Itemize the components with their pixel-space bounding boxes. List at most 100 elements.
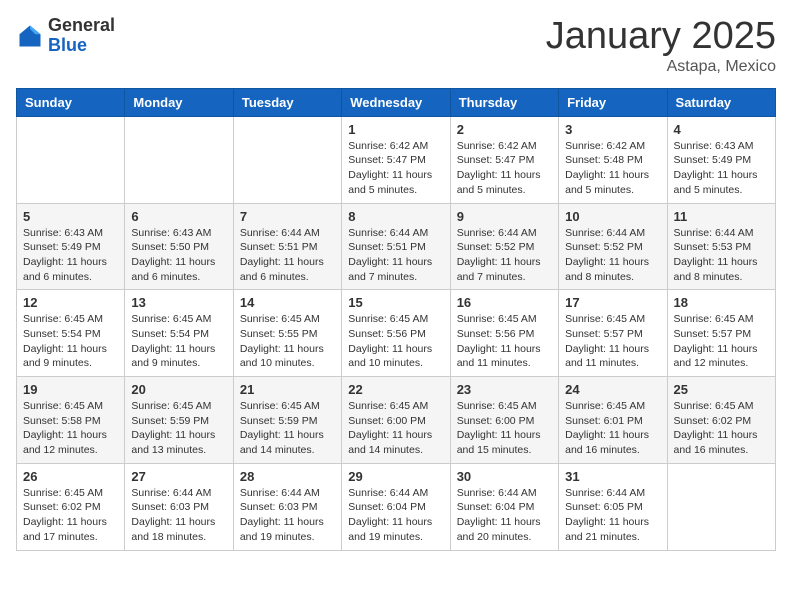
calendar-cell: 19Sunrise: 6:45 AMSunset: 5:58 PMDayligh… (17, 377, 125, 464)
day-number: 29 (348, 469, 443, 484)
weekday-header-friday: Friday (559, 88, 667, 116)
calendar-cell: 7Sunrise: 6:44 AMSunset: 5:51 PMDaylight… (233, 203, 341, 290)
calendar-cell: 13 Sunrise: 6:45 AMSunset: 5:54 PMDayligh… (125, 290, 233, 377)
day-number: 8 (348, 209, 443, 224)
day-info: Sunrise: 6:42 AMSunset: 5:47 PMDaylight:… (457, 139, 552, 198)
day-number: 20 (131, 382, 226, 397)
calendar-cell: 5 Sunrise: 6:43 AMSunset: 5:49 PMDaylight… (17, 203, 125, 290)
day-number: 22 (348, 382, 443, 397)
day-number: 18 (674, 295, 769, 310)
day-number: 4 (674, 122, 769, 137)
day-info: Sunrise: 6:45 AMSunset: 5:54 PMDaylight:… (131, 312, 226, 371)
day-number: 21 (240, 382, 335, 397)
calendar-cell: 25 Sunrise: 6:45 AMSunset: 6:02 PMDayligh… (667, 377, 775, 464)
day-info: Sunrise: 6:45 AMSunset: 6:00 PMDaylight:… (457, 399, 552, 458)
weekday-header-wednesday: Wednesday (342, 88, 450, 116)
weekday-header-tuesday: Tuesday (233, 88, 341, 116)
calendar-cell: 17 Sunrise: 6:45 AMSunset: 5:57 PMDayligh… (559, 290, 667, 377)
logo: General Blue (16, 16, 115, 56)
calendar-cell: 21 Sunrise: 6:45 AMSunset: 5:59 PMDayligh… (233, 377, 341, 464)
logo-general-text: General (48, 15, 115, 35)
day-info: Sunrise: 6:44 AMSunset: 5:52 PMDaylight:… (565, 226, 660, 285)
day-info: Sunrise: 6:42 AMSunset: 5:47 PMDaylight:… (348, 139, 443, 198)
day-number: 19 (23, 382, 118, 397)
day-number: 9 (457, 209, 552, 224)
day-number: 14 (240, 295, 335, 310)
day-number: 2 (457, 122, 552, 137)
day-info: Sunrise: 6:44 AMSunset: 6:04 PMDaylight:… (457, 486, 552, 545)
day-info: Sunrise: 6:44 AMSunset: 6:03 PMDaylight:… (131, 486, 226, 545)
calendar-week-5: 26Sunrise: 6:45 AMSunset: 6:02 PMDayligh… (17, 463, 776, 550)
calendar-cell: 9 Sunrise: 6:44 AMSunset: 5:52 PMDaylight… (450, 203, 558, 290)
day-number: 13 (131, 295, 226, 310)
calendar-cell: 28 Sunrise: 6:44 AMSunset: 6:03 PMDayligh… (233, 463, 341, 550)
day-number: 30 (457, 469, 552, 484)
calendar-cell: 16Sunrise: 6:45 AMSunset: 5:56 PMDayligh… (450, 290, 558, 377)
calendar-cell: 1 Sunrise: 6:42 AMSunset: 5:47 PMDaylight… (342, 116, 450, 203)
calendar-cell: 8Sunrise: 6:44 AMSunset: 5:51 PMDaylight… (342, 203, 450, 290)
calendar-cell: 26Sunrise: 6:45 AMSunset: 6:02 PMDayligh… (17, 463, 125, 550)
calendar-cell (125, 116, 233, 203)
day-info: Sunrise: 6:45 AMSunset: 5:54 PMDaylight:… (23, 312, 118, 371)
day-info: Sunrise: 6:45 AMSunset: 6:01 PMDaylight:… (565, 399, 660, 458)
calendar-cell: 24Sunrise: 6:45 AMSunset: 6:01 PMDayligh… (559, 377, 667, 464)
location-subtitle: Astapa, Mexico (546, 58, 776, 76)
calendar-week-4: 19Sunrise: 6:45 AMSunset: 5:58 PMDayligh… (17, 377, 776, 464)
page-header: General Blue January 2025 Astapa, Mexico (16, 16, 776, 76)
calendar-cell: 20 Sunrise: 6:45 AMSunset: 5:59 PMDayligh… (125, 377, 233, 464)
calendar-cell: 31Sunrise: 6:44 AMSunset: 6:05 PMDayligh… (559, 463, 667, 550)
day-info: Sunrise: 6:45 AMSunset: 6:02 PMDaylight:… (674, 399, 769, 458)
day-number: 23 (457, 382, 552, 397)
day-number: 1 (348, 122, 443, 137)
calendar-cell: 22 Sunrise: 6:45 AMSunset: 6:00 PMDayligh… (342, 377, 450, 464)
calendar-cell (667, 463, 775, 550)
weekday-header-thursday: Thursday (450, 88, 558, 116)
day-number: 17 (565, 295, 660, 310)
day-info: Sunrise: 6:45 AMSunset: 6:02 PMDaylight:… (23, 486, 118, 545)
calendar-cell: 12 Sunrise: 6:45 AMSunset: 5:54 PMDayligh… (17, 290, 125, 377)
calendar-week-2: 5 Sunrise: 6:43 AMSunset: 5:49 PMDaylight… (17, 203, 776, 290)
day-info: Sunrise: 6:43 AMSunset: 5:49 PMDaylight:… (23, 226, 118, 285)
calendar-cell: 6 Sunrise: 6:43 AMSunset: 5:50 PMDaylight… (125, 203, 233, 290)
day-number: 28 (240, 469, 335, 484)
day-info: Sunrise: 6:45 AMSunset: 5:57 PMDaylight:… (674, 312, 769, 371)
weekday-header-monday: Monday (125, 88, 233, 116)
day-info: Sunrise: 6:45 AMSunset: 5:55 PMDaylight:… (240, 312, 335, 371)
calendar-cell: 23 Sunrise: 6:45 AMSunset: 6:00 PMDayligh… (450, 377, 558, 464)
day-number: 12 (23, 295, 118, 310)
logo-icon (16, 22, 44, 50)
day-info: Sunrise: 6:44 AMSunset: 5:52 PMDaylight:… (457, 226, 552, 285)
calendar-cell (17, 116, 125, 203)
calendar-cell: 18 Sunrise: 6:45 AMSunset: 5:57 PMDayligh… (667, 290, 775, 377)
calendar-cell: 15Sunrise: 6:45 AMSunset: 5:56 PMDayligh… (342, 290, 450, 377)
month-title: January 2025 (546, 16, 776, 58)
day-number: 3 (565, 122, 660, 137)
day-number: 10 (565, 209, 660, 224)
day-info: Sunrise: 6:44 AMSunset: 5:51 PMDaylight:… (240, 226, 335, 285)
day-info: Sunrise: 6:44 AMSunset: 5:53 PMDaylight:… (674, 226, 769, 285)
day-info: Sunrise: 6:44 AMSunset: 6:03 PMDaylight:… (240, 486, 335, 545)
calendar-cell: 30 Sunrise: 6:44 AMSunset: 6:04 PMDayligh… (450, 463, 558, 550)
calendar-table: SundayMondayTuesdayWednesdayThursdayFrid… (16, 88, 776, 551)
day-info: Sunrise: 6:45 AMSunset: 5:59 PMDaylight:… (240, 399, 335, 458)
day-number: 25 (674, 382, 769, 397)
day-info: Sunrise: 6:45 AMSunset: 5:57 PMDaylight:… (565, 312, 660, 371)
day-info: Sunrise: 6:42 AMSunset: 5:48 PMDaylight:… (565, 139, 660, 198)
calendar-cell: 29 Sunrise: 6:44 AMSunset: 6:04 PMDayligh… (342, 463, 450, 550)
calendar-week-3: 12 Sunrise: 6:45 AMSunset: 5:54 PMDayligh… (17, 290, 776, 377)
weekday-header-saturday: Saturday (667, 88, 775, 116)
calendar-cell: 2 Sunrise: 6:42 AMSunset: 5:47 PMDaylight… (450, 116, 558, 203)
day-info: Sunrise: 6:45 AMSunset: 6:00 PMDaylight:… (348, 399, 443, 458)
calendar-header-row: SundayMondayTuesdayWednesdayThursdayFrid… (17, 88, 776, 116)
day-number: 16 (457, 295, 552, 310)
calendar-cell: 11Sunrise: 6:44 AMSunset: 5:53 PMDayligh… (667, 203, 775, 290)
day-number: 27 (131, 469, 226, 484)
day-info: Sunrise: 6:45 AMSunset: 5:59 PMDaylight:… (131, 399, 226, 458)
day-info: Sunrise: 6:43 AMSunset: 5:50 PMDaylight:… (131, 226, 226, 285)
day-info: Sunrise: 6:44 AMSunset: 6:05 PMDaylight:… (565, 486, 660, 545)
day-number: 15 (348, 295, 443, 310)
day-number: 6 (131, 209, 226, 224)
day-info: Sunrise: 6:44 AMSunset: 6:04 PMDaylight:… (348, 486, 443, 545)
day-number: 5 (23, 209, 118, 224)
calendar-cell: 10 Sunrise: 6:44 AMSunset: 5:52 PMDayligh… (559, 203, 667, 290)
